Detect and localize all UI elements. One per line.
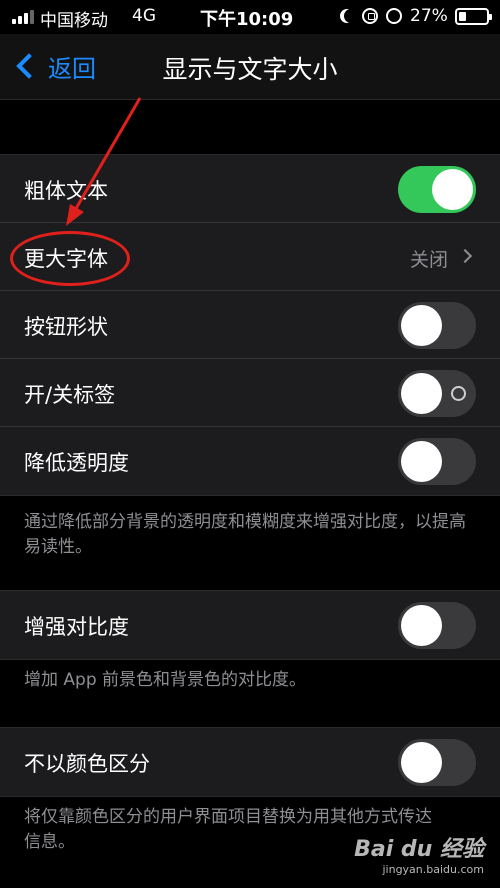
toggle-knob — [401, 305, 442, 346]
row-label: 不以颜色区分 — [24, 752, 150, 776]
group1-footnote: 通过降低部分背景的透明度和模糊度来增强对比度，以提高易读性。 — [24, 512, 466, 557]
row-differentiate-without-color[interactable]: 不以颜色区分 — [0, 728, 500, 796]
row-label: 按钮形状 — [24, 315, 108, 339]
toggle-knob — [401, 605, 442, 646]
button-shapes-toggle[interactable] — [398, 302, 476, 349]
onoff-labels-toggle[interactable] — [398, 370, 476, 417]
off-indicator-icon — [451, 386, 466, 401]
row-label: 开/关标签 — [24, 383, 116, 407]
annotation-circle — [10, 231, 130, 286]
reduce-transparency-toggle[interactable] — [398, 438, 476, 485]
baidu-watermark: Bai du 经验 jingyan.baidu.com — [354, 831, 484, 876]
toggle-knob — [401, 441, 442, 482]
row-reduce-transparency[interactable]: 降低透明度 — [0, 427, 500, 495]
settings-screen: 中国移动 4G 下午10:09 27% 返回 显示与文字大小 粗体文本 更大字体… — [0, 0, 500, 888]
settings-group-color: 不以颜色区分 — [0, 727, 500, 797]
toggle-knob — [401, 742, 442, 783]
watermark-logo: Bai du 经验 — [354, 837, 484, 862]
row-label: 降低透明度 — [24, 451, 129, 475]
row-button-shapes[interactable]: 按钮形状 — [0, 291, 500, 359]
watermark-url: jingyan.baidu.com — [382, 863, 484, 876]
group2-footnote: 增加 App 前景色和背景色的对比度。 — [24, 670, 307, 690]
row-label: 增强对比度 — [24, 615, 129, 639]
row-increase-contrast[interactable]: 增强对比度 — [0, 591, 500, 659]
increase-contrast-toggle[interactable] — [398, 602, 476, 649]
settings-group-contrast: 增强对比度 — [0, 590, 500, 660]
row-onoff-labels[interactable]: 开/关标签 — [0, 359, 500, 427]
differentiate-without-color-toggle[interactable] — [398, 739, 476, 786]
toggle-knob — [401, 373, 442, 414]
